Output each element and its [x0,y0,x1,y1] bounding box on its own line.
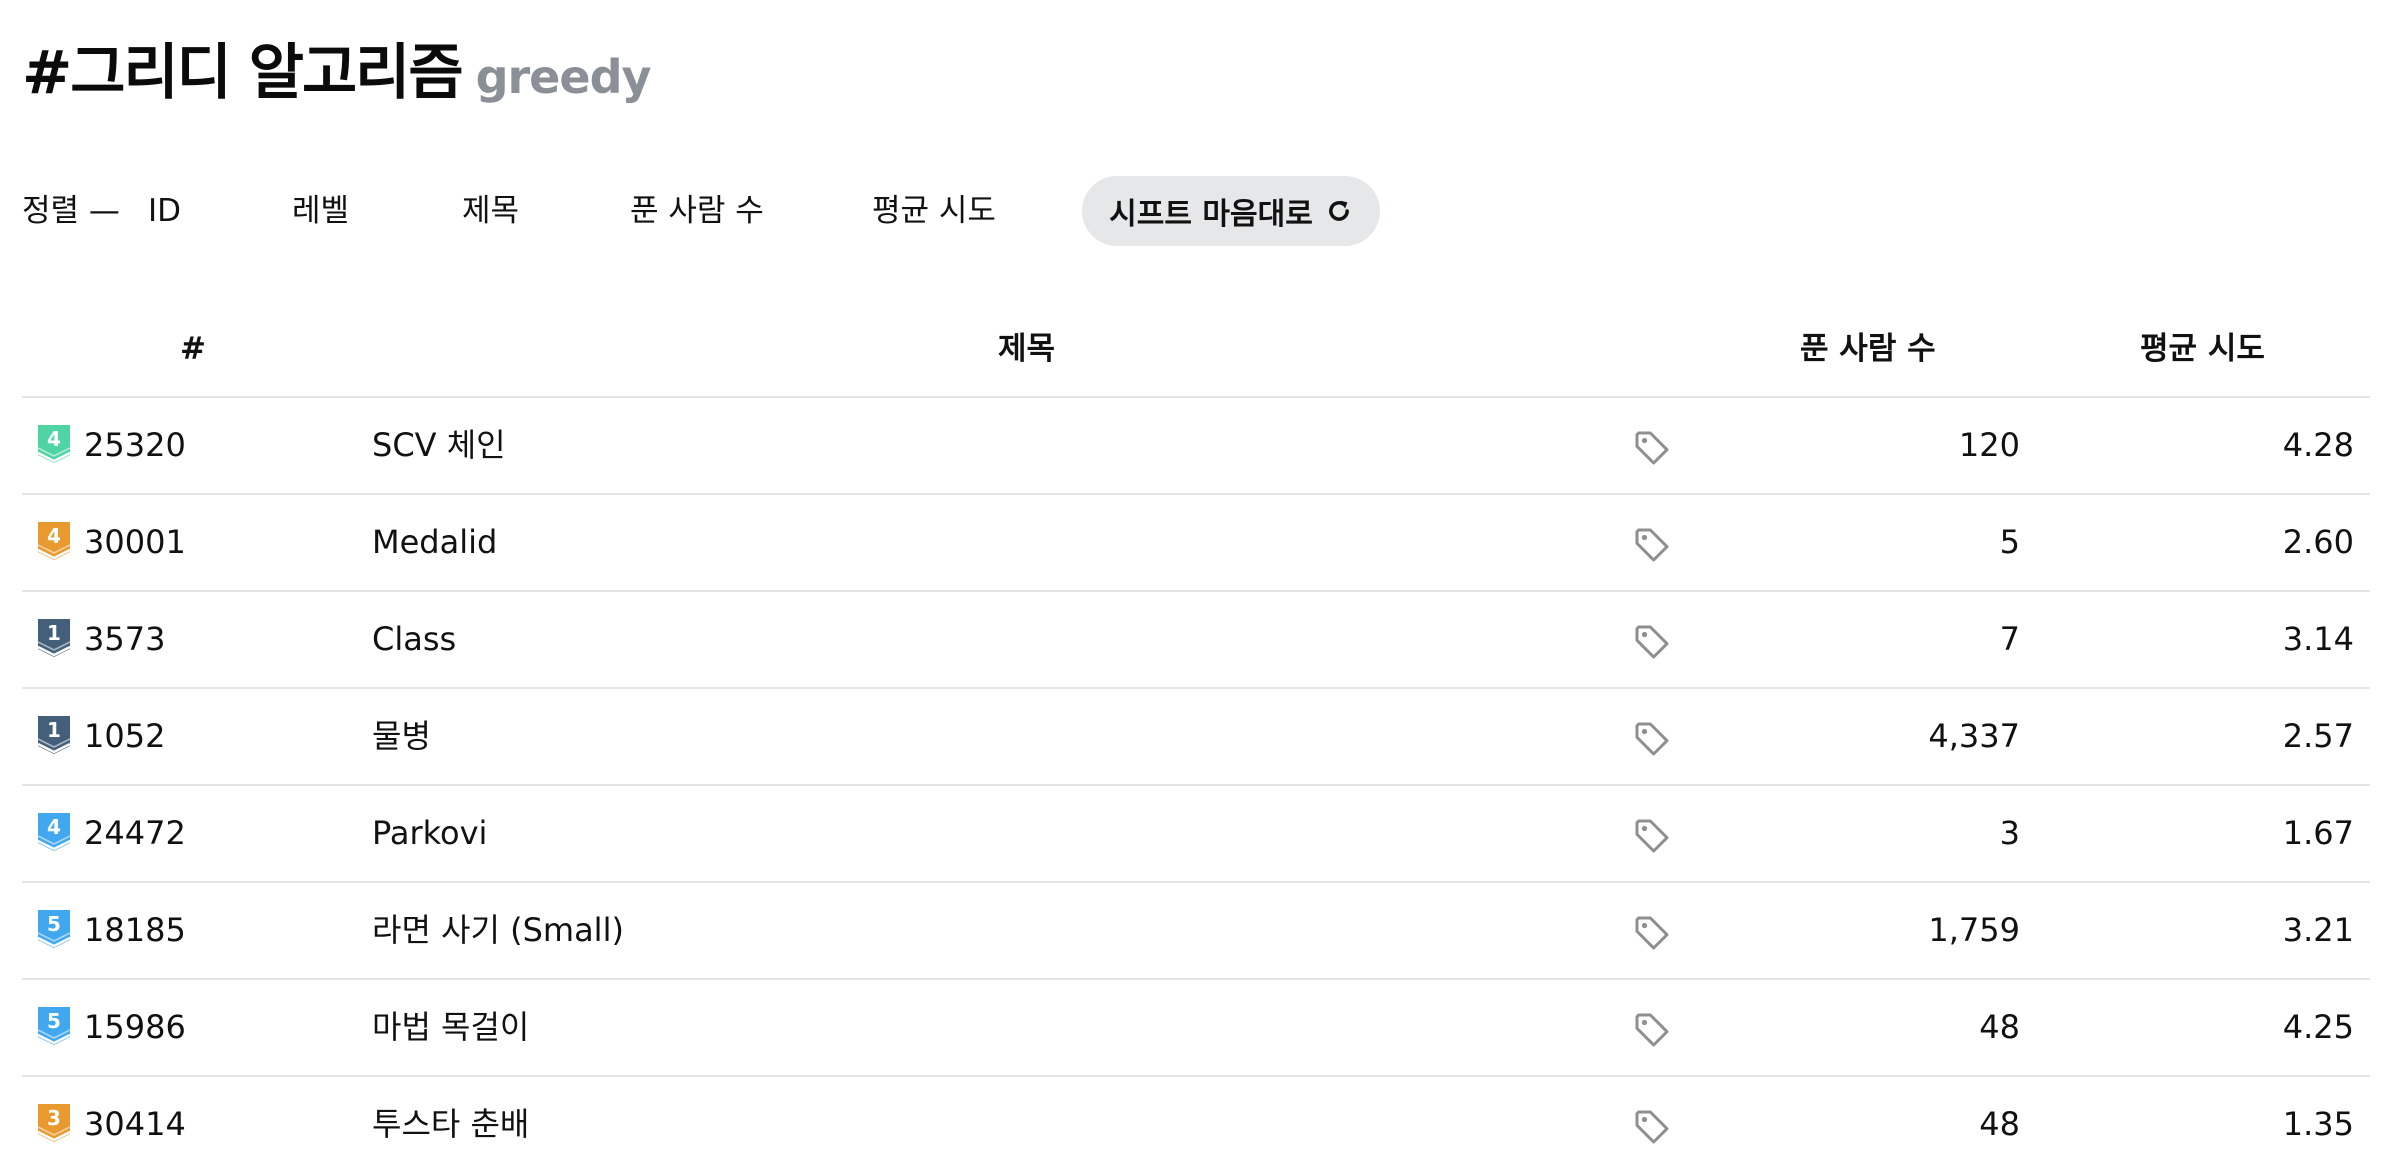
solved-count[interactable]: 3 [2000,786,2020,881]
average-tries: 2.60 [2282,523,2354,561]
table-body: 4 25320 SCV 체인 120 4.28 4 30001 Medalid 5 2.60 1 35… [22,398,2370,1172]
solved-count[interactable]: 48 [1979,980,2020,1075]
problem-title-link[interactable]: 마법 목걸이 [372,980,529,1075]
tier-badge-number: 4 [47,524,61,548]
solved-count[interactable]: 48 [1979,1077,2020,1172]
sort-option-solved[interactable]: 푼 사람 수 [630,176,764,246]
sort-shuffle-label: 시프트 마음대로 [1109,197,1313,232]
sort-option-id[interactable]: ID [148,176,181,246]
solved-count[interactable]: 5 [2000,495,2020,590]
tier-badge-number: 5 [47,912,61,936]
average-tries: 3.14 [2282,620,2354,658]
tier-badge-number: 1 [47,718,61,742]
tag-icon[interactable] [1632,622,1672,662]
solved-count[interactable]: 120 [1959,398,2020,493]
table-row[interactable]: 3 30414 투스타 춘배 48 1.35 [22,1077,2370,1172]
tag-icon[interactable] [1632,1010,1672,1050]
tier-badge-icon: 4 [38,813,70,851]
average-tries: 2.57 [2282,717,2354,755]
problem-title-link[interactable]: Medalid [372,495,497,590]
tier-badge-number: 4 [47,815,61,839]
sort-label: 정렬 — [22,193,120,229]
problem-id[interactable]: 30001 [84,495,186,590]
tier-badge-icon: 1 [38,619,70,657]
tier-badge-number: 4 [47,427,61,451]
column-header-id[interactable]: # [180,302,206,396]
tier-badge-icon: 4 [38,425,70,463]
problem-id[interactable]: 30414 [84,1077,186,1172]
problem-title-link[interactable]: SCV 체인 [372,398,506,493]
sort-bar: 정렬 — ID 레벨 제목 푼 사람 수 평균 시도 시프트 마음대로 [22,176,1422,246]
solved-count[interactable]: 4,337 [1928,689,2020,784]
table-header: # 제목 푼 사람 수 평균 시도 [22,302,2370,398]
table-row[interactable]: 1 1052 물병 4,337 2.57 [22,689,2370,786]
problem-id[interactable]: 24472 [84,786,186,881]
sort-option-average-tries[interactable]: 평균 시도 [872,176,996,246]
table-row[interactable]: 5 18185 라면 사기 (Small) 1,759 3.21 [22,883,2370,980]
table-row[interactable]: 4 25320 SCV 체인 120 4.28 [22,398,2370,495]
tag-icon[interactable] [1632,525,1672,565]
average-tries: 4.28 [2282,426,2354,464]
table-row[interactable]: 4 24472 Parkovi 3 1.67 [22,786,2370,883]
sort-option-level[interactable]: 레벨 [292,176,349,246]
average-tries: 4.25 [2282,1008,2354,1046]
tag-key: greedy [475,50,652,104]
tier-badge-icon: 3 [38,1104,70,1142]
problem-id[interactable]: 3573 [84,592,165,687]
problem-title-link[interactable]: Class [372,592,456,687]
sort-option-title[interactable]: 제목 [462,176,519,246]
problem-id[interactable]: 25320 [84,398,186,493]
column-header-average-tries[interactable]: 평균 시도 [2140,302,2265,396]
table-row[interactable]: 5 15986 마법 목걸이 48 4.25 [22,980,2370,1077]
solved-count[interactable]: 7 [2000,592,2020,687]
tier-badge-number: 1 [47,621,61,645]
problem-id[interactable]: 18185 [84,883,186,978]
page: #그리디 알고리즘 greedy 정렬 — ID 레벨 제목 푼 사람 수 평균… [0,0,2390,1160]
solved-count[interactable]: 1,759 [1928,883,2020,978]
tag-icon[interactable] [1632,719,1672,759]
page-title: #그리디 알고리즘 greedy [22,24,651,111]
problem-title-link[interactable]: 물병 [372,689,431,784]
problem-table: # 제목 푼 사람 수 평균 시도 4 25320 SCV 체인 120 4.28 4 30… [22,302,2370,1172]
tier-badge-number: 5 [47,1009,61,1033]
tier-badge-number: 3 [47,1106,61,1130]
tier-badge-icon: 5 [38,1007,70,1045]
tag-icon[interactable] [1632,913,1672,953]
problem-id[interactable]: 15986 [84,980,186,1075]
tag-icon[interactable] [1632,1107,1672,1147]
tag-icon[interactable] [1632,816,1672,856]
sort-shuffle-button[interactable]: 시프트 마음대로 [1082,176,1380,246]
tag-title: #그리디 알고리즘 [22,38,464,108]
tag-icon[interactable] [1632,428,1672,468]
average-tries: 3.21 [2282,911,2354,949]
column-header-title[interactable]: 제목 [998,302,1055,396]
average-tries: 1.35 [2282,1105,2354,1143]
refresh-icon [1328,200,1349,221]
problem-title-link[interactable]: 투스타 춘배 [372,1077,529,1172]
tier-badge-icon: 5 [38,910,70,948]
problem-title-link[interactable]: 라면 사기 (Small) [372,883,624,978]
average-tries: 1.67 [2282,814,2354,852]
table-row[interactable]: 4 30001 Medalid 5 2.60 [22,495,2370,592]
tier-badge-icon: 1 [38,716,70,754]
column-header-solved[interactable]: 푼 사람 수 [1800,302,1936,396]
problem-title-link[interactable]: Parkovi [372,786,487,881]
problem-id[interactable]: 1052 [84,689,165,784]
table-row[interactable]: 1 3573 Class 7 3.14 [22,592,2370,689]
tier-badge-icon: 4 [38,522,70,560]
